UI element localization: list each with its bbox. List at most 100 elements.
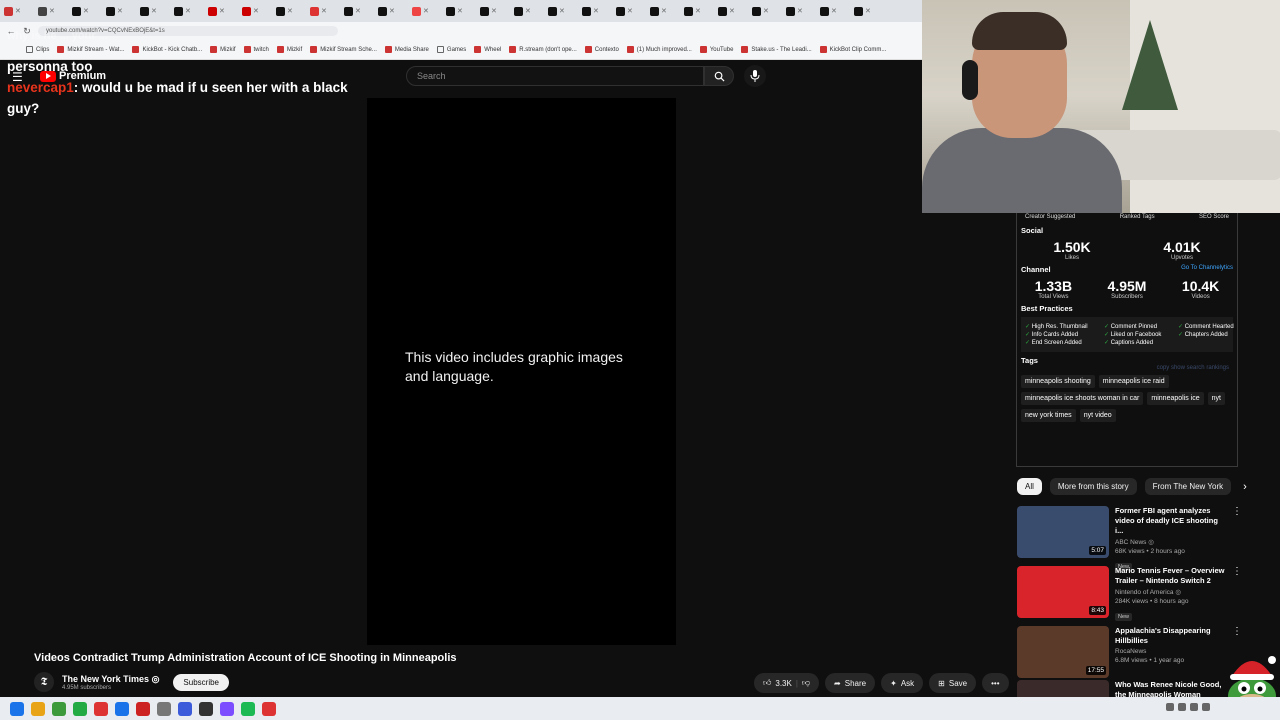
close-tab-icon[interactable]: ✕: [15, 7, 21, 15]
browser-tab[interactable]: ✕: [514, 3, 546, 19]
channel-avatar[interactable]: 𝕿: [34, 672, 54, 692]
bookmark-item[interactable]: R.stream (don't ope...: [509, 46, 577, 53]
taskbar-app-icon[interactable]: [220, 701, 234, 716]
video-thumbnail[interactable]: 8:43: [1017, 566, 1109, 618]
channelytics-link[interactable]: Go To Channelytics: [1181, 265, 1233, 274]
browser-tab[interactable]: ✕: [378, 3, 410, 19]
taskbar-app-icon[interactable]: [31, 701, 45, 716]
browser-tab[interactable]: ✕: [854, 3, 886, 19]
close-tab-icon[interactable]: ✕: [389, 7, 395, 15]
close-tab-icon[interactable]: ✕: [491, 7, 497, 15]
chip-from-nyt[interactable]: From The New York: [1144, 478, 1232, 495]
recommended-video[interactable]: 17:55 Appalachia's Disappearing Hillbilli…: [1017, 626, 1242, 681]
taskbar-app-icon[interactable]: [115, 701, 129, 716]
search-button[interactable]: [704, 66, 734, 86]
bookmark-item[interactable]: Mizkif Stream - Wat...: [57, 46, 124, 53]
more-vert-icon[interactable]: ⋮: [1232, 506, 1242, 561]
taskbar-app-icon[interactable]: [73, 701, 87, 716]
taskbar-app-icon[interactable]: [136, 701, 150, 716]
tag-chip[interactable]: nyt video: [1079, 409, 1116, 422]
chip-more-from-story[interactable]: More from this story: [1049, 478, 1137, 495]
close-tab-icon[interactable]: ✕: [321, 7, 327, 15]
browser-tab[interactable]: ✕: [548, 3, 580, 19]
video-thumbnail[interactable]: 17:55: [1017, 626, 1109, 678]
close-tab-icon[interactable]: ✕: [457, 7, 463, 15]
recommended-title[interactable]: Former FBI agent analyzes video of deadl…: [1115, 506, 1226, 536]
close-tab-icon[interactable]: ✕: [423, 7, 429, 15]
save-button[interactable]: ⊞ Save: [929, 673, 977, 693]
browser-tab[interactable]: ✕: [718, 3, 750, 19]
video-thumbnail[interactable]: 5:07: [1017, 506, 1109, 558]
browser-tab[interactable]: ✕: [174, 3, 206, 19]
browser-tab[interactable]: ✕: [412, 3, 444, 19]
close-tab-icon[interactable]: ✕: [117, 7, 123, 15]
browser-tab[interactable]: ✕: [752, 3, 784, 19]
close-tab-icon[interactable]: ✕: [729, 7, 735, 15]
browser-tab[interactable]: ✕: [72, 3, 104, 19]
recommended-title[interactable]: Mario Tennis Fever – Overview Trailer – …: [1115, 566, 1226, 586]
close-tab-icon[interactable]: ✕: [831, 7, 837, 15]
browser-tab[interactable]: ✕: [820, 3, 852, 19]
recommended-title[interactable]: Appalachia's Disappearing Hillbillies: [1115, 626, 1226, 646]
bookmark-item[interactable]: Wheel: [474, 46, 501, 53]
recommended-channel[interactable]: RocaNews: [1115, 648, 1226, 655]
close-tab-icon[interactable]: ✕: [695, 7, 701, 15]
bookmark-item[interactable]: Media Share: [384, 46, 429, 53]
search-input[interactable]: Search: [406, 66, 704, 86]
browser-tab[interactable]: ✕: [344, 3, 376, 19]
close-tab-icon[interactable]: ✕: [83, 7, 89, 15]
tab-creator-suggested[interactable]: Creator Suggested: [1025, 214, 1075, 220]
tab-ranked-tags[interactable]: Ranked Tags: [1120, 214, 1155, 220]
taskbar-app-icon[interactable]: [199, 701, 213, 716]
tray-icon[interactable]: [1202, 703, 1210, 711]
tray-icon[interactable]: [1190, 703, 1198, 711]
browser-tab[interactable]: ✕: [786, 3, 818, 19]
subscribe-button[interactable]: Subscribe: [173, 673, 229, 691]
bookmark-item[interactable]: KickBot - Kick Chatb...: [132, 46, 202, 53]
video-player[interactable]: This video includes graphic images and l…: [367, 98, 676, 645]
thumbs-down-icon[interactable]: 👎︎: [802, 678, 810, 688]
tag-chip[interactable]: minneapolis ice: [1147, 392, 1204, 405]
browser-tab[interactable]: ✕: [310, 3, 342, 19]
close-tab-icon[interactable]: ✕: [253, 7, 259, 15]
close-tab-icon[interactable]: ✕: [865, 7, 871, 15]
channel-name[interactable]: The New York Times ◎: [62, 674, 159, 685]
more-vert-icon[interactable]: ⋮: [1232, 566, 1242, 621]
tag-chip[interactable]: minneapolis shooting: [1021, 375, 1095, 388]
bookmark-item[interactable]: Games: [436, 46, 466, 53]
browser-tab[interactable]: ✕: [480, 3, 512, 19]
bookmark-item[interactable]: twitch: [243, 46, 269, 53]
taskbar-app-icon[interactable]: [52, 701, 66, 716]
bookmark-item[interactable]: Mizkif: [276, 46, 302, 53]
taskbar-app-icon[interactable]: [262, 701, 276, 716]
close-tab-icon[interactable]: ✕: [185, 7, 191, 15]
close-tab-icon[interactable]: ✕: [219, 7, 225, 15]
close-tab-icon[interactable]: ✕: [763, 7, 769, 15]
bookmark-item[interactable]: YouTube: [699, 46, 733, 53]
recommended-channel[interactable]: ABC News ◎: [1115, 538, 1226, 546]
browser-tab[interactable]: ✕: [208, 3, 240, 19]
tag-chip[interactable]: nyt: [1207, 392, 1225, 405]
close-tab-icon[interactable]: ✕: [797, 7, 803, 15]
tray-icon[interactable]: [1166, 703, 1174, 711]
taskbar-app-icon[interactable]: [241, 701, 255, 716]
browser-tab[interactable]: ✕: [4, 3, 36, 19]
recommended-video[interactable]: 8:43 Mario Tennis Fever – Overview Traile…: [1017, 566, 1242, 621]
recommended-video[interactable]: 5:07 Former FBI agent analyzes video of d…: [1017, 506, 1242, 571]
close-tab-icon[interactable]: ✕: [49, 7, 55, 15]
browser-tab[interactable]: ✕: [582, 3, 614, 19]
browser-tab[interactable]: ✕: [106, 3, 138, 19]
taskbar-app-icon[interactable]: [157, 701, 171, 716]
voice-search-button[interactable]: [744, 65, 766, 87]
tag-chip[interactable]: minneapolis ice raid: [1098, 375, 1169, 388]
taskbar-app-icon[interactable]: [94, 701, 108, 716]
browser-tab[interactable]: ✕: [242, 3, 274, 19]
bookmark-item[interactable]: Mizkif Stream Sche...: [310, 46, 377, 53]
bookmark-item[interactable]: (1) Much improved...: [626, 46, 692, 53]
browser-tab[interactable]: ✕: [38, 3, 70, 19]
close-tab-icon[interactable]: ✕: [661, 7, 667, 15]
close-tab-icon[interactable]: ✕: [627, 7, 633, 15]
close-tab-icon[interactable]: ✕: [355, 7, 361, 15]
browser-tab[interactable]: ✕: [140, 3, 172, 19]
ask-button[interactable]: ✦ Ask: [881, 673, 924, 693]
